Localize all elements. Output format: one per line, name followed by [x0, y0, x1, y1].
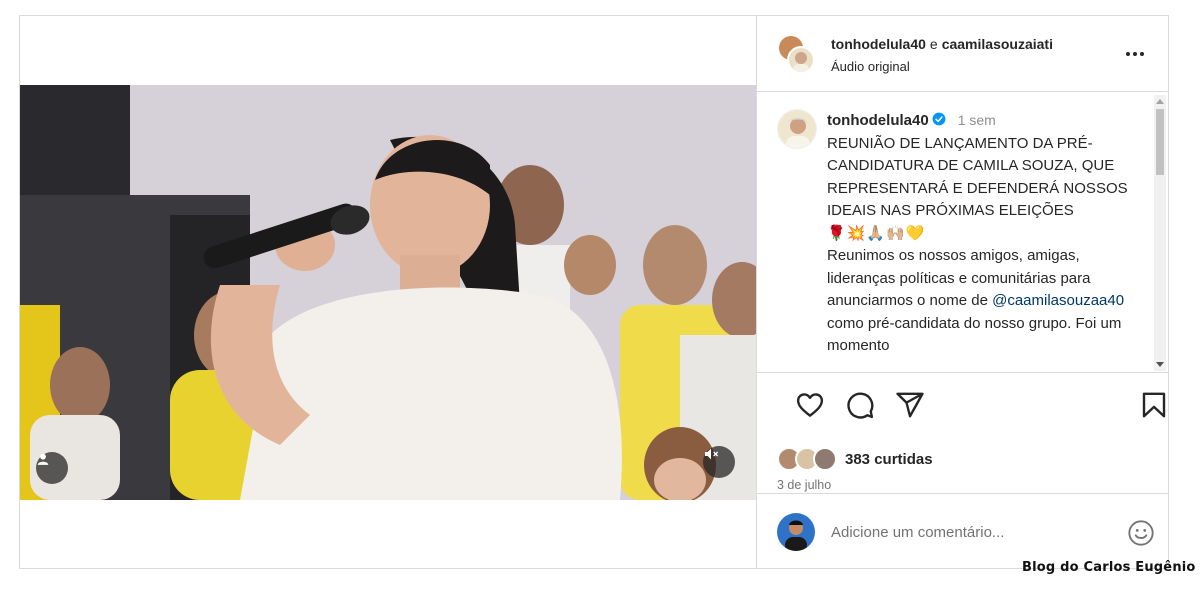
video-player[interactable]: [20, 85, 756, 500]
likes-count[interactable]: 383 curtidas: [845, 451, 933, 468]
emoji-icon[interactable]: [1127, 519, 1155, 547]
avatar[interactable]: [777, 109, 817, 149]
media-pane: [20, 16, 757, 568]
instagram-post: tonhodelula40 e caamilasouzaiati Áudio ori…: [19, 15, 1169, 569]
avatar: [777, 513, 815, 551]
caption-scrollbar[interactable]: [1154, 95, 1166, 371]
action-bar: 383 curtidas 3 de julho: [757, 374, 1168, 494]
caption-scroll-area[interactable]: tonhodelula40 1 sem REUNIÃO DE LANÇAMENTO…: [757, 93, 1168, 373]
share-icon[interactable]: [895, 390, 925, 420]
collab-avatars[interactable]: [777, 34, 815, 74]
scrollbar-thumb[interactable]: [1156, 109, 1164, 175]
comment-icon[interactable]: [845, 390, 875, 420]
caption-time[interactable]: 1 sem: [958, 112, 996, 128]
caption-username-link[interactable]: tonhodelula40: [827, 112, 929, 129]
avatar: [813, 447, 837, 471]
bookmark-icon[interactable]: [1139, 390, 1169, 420]
likes-row[interactable]: 383 curtidas: [777, 446, 933, 472]
header-usernames: tonhodelula40 e caamilasouzaiati: [831, 36, 1053, 52]
header-user1-link[interactable]: tonhodelula40: [831, 36, 926, 52]
comment-box: [757, 495, 1168, 568]
user-tag-icon[interactable]: [36, 452, 68, 484]
muted-speaker-icon[interactable]: [703, 446, 735, 478]
post-details-pane: tonhodelula40 e caamilasouzaiati Áudio ori…: [757, 16, 1168, 568]
blog-watermark: Blog do Carlos Eugênio: [1022, 560, 1196, 575]
more-horizontal-icon[interactable]: [1123, 42, 1147, 66]
video-frame-illustration: [20, 85, 756, 500]
header-user2-link[interactable]: caamilasouzaiati: [942, 36, 1053, 52]
caption-body-2: como pré-candidata do nosso grupo. Foi u…: [827, 314, 1122, 355]
comment-input[interactable]: [831, 519, 1101, 545]
scroll-down-arrow-icon[interactable]: [1156, 362, 1164, 367]
post-header: tonhodelula40 e caamilasouzaiati Áudio ori…: [757, 16, 1168, 92]
heart-icon[interactable]: [795, 390, 825, 420]
mention-link[interactable]: @caamilasouzaa40: [992, 292, 1124, 309]
avatar: [787, 46, 815, 74]
caption-title: REUNIÃO DE LANÇAMENTO DA PRÉ-CANDIDATURA…: [827, 134, 1128, 220]
original-audio-link[interactable]: Áudio original: [831, 59, 910, 74]
caption-text: tonhodelula40 1 sem REUNIÃO DE LANÇAMENTO…: [827, 109, 1147, 358]
header-joiner: e: [929, 36, 938, 52]
post-date[interactable]: 3 de julho: [777, 478, 831, 492]
scroll-up-arrow-icon[interactable]: [1156, 99, 1164, 104]
caption-emojis: 🌹💥🙏🏼🙌🏼💛: [827, 224, 926, 242]
verified-badge-icon: [932, 112, 946, 126]
